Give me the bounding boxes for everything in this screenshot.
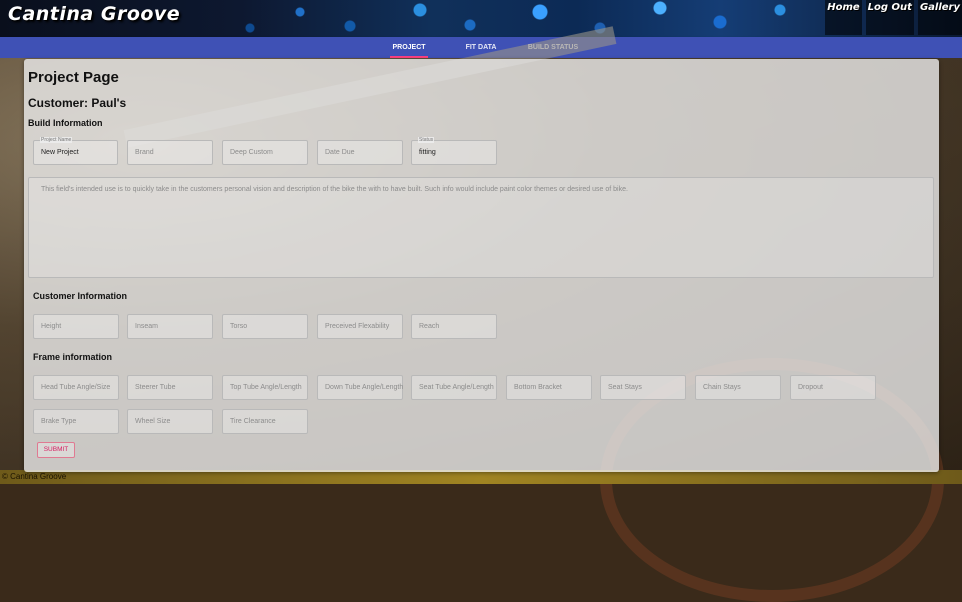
brake-type-placeholder: Brake Type — [41, 418, 77, 425]
page-title: Project Page — [28, 69, 119, 86]
torso-field[interactable]: Torso — [222, 314, 308, 339]
down-tube-field[interactable]: Down Tube Angle/Length — [317, 375, 403, 400]
chain-stays-field[interactable]: Chain Stays — [695, 375, 781, 400]
date-due-field[interactable]: Date Due — [317, 140, 403, 165]
flexability-field[interactable]: Preceived Flexability — [317, 314, 403, 339]
top-nav: Home Log Out Gallery — [821, 0, 962, 37]
wheel-size-placeholder: Wheel Size — [135, 418, 171, 425]
tire-clearance-placeholder: Tire Clearance — [230, 418, 276, 425]
project-card: Project Page Customer: Paul's Build Info… — [24, 59, 939, 472]
date-due-placeholder: Date Due — [325, 149, 355, 156]
reach-field[interactable]: Reach — [411, 314, 497, 339]
nav-home-link[interactable]: Home — [825, 0, 862, 35]
bottom-bracket-field[interactable]: Bottom Bracket — [506, 375, 592, 400]
project-name-value: New Project — [41, 149, 79, 156]
customer-heading: Customer: Paul's — [28, 96, 127, 110]
brand-field[interactable]: Brand — [127, 140, 213, 165]
seat-stays-field[interactable]: Seat Stays — [600, 375, 686, 400]
height-field[interactable]: Height — [33, 314, 119, 339]
seat-tube-field[interactable]: Seat Tube Angle/Length — [411, 375, 497, 400]
dropout-placeholder: Dropout — [798, 384, 823, 391]
seat-tube-placeholder: Seat Tube Angle/Length — [419, 384, 494, 391]
inseam-placeholder: Inseam — [135, 323, 158, 330]
project-name-field[interactable]: Project Name New Project — [33, 137, 118, 165]
bottom-strip — [0, 470, 962, 484]
torso-placeholder: Torso — [230, 323, 248, 330]
status-field[interactable]: Status fitting — [411, 137, 497, 165]
site-logo[interactable]: Cantina Groove — [8, 3, 180, 25]
build-info-heading: Build Information — [28, 118, 103, 128]
deep-custom-placeholder: Deep Custom — [230, 149, 273, 156]
footer-copyright: © Cantina Groove — [2, 472, 67, 481]
down-tube-placeholder: Down Tube Angle/Length — [325, 384, 404, 391]
top-tube-field[interactable]: Top Tube Angle/Length — [222, 375, 308, 400]
head-tube-field[interactable]: Head Tube Angle/Size — [33, 375, 119, 400]
project-name-label: Project Name — [40, 137, 73, 143]
top-tube-placeholder: Top Tube Angle/Length — [230, 384, 302, 391]
deep-custom-field[interactable]: Deep Custom — [222, 140, 308, 165]
wheel-size-field[interactable]: Wheel Size — [127, 409, 213, 434]
reach-placeholder: Reach — [419, 323, 440, 330]
tab-project[interactable]: PROJECT — [374, 37, 444, 58]
height-placeholder: Height — [41, 323, 62, 330]
frame-info-heading: Frame information — [33, 352, 113, 362]
brake-type-field[interactable]: Brake Type — [33, 409, 119, 434]
site-header: Cantina Groove Home Log Out Gallery — [0, 0, 962, 37]
brand-placeholder: Brand — [135, 149, 154, 156]
seat-stays-placeholder: Seat Stays — [608, 384, 642, 391]
status-value: fitting — [419, 149, 436, 156]
status-label: Status — [418, 137, 435, 143]
steerer-tube-field[interactable]: Steerer Tube — [127, 375, 213, 400]
submit-button[interactable]: SUBMIT — [37, 442, 75, 458]
nav-logout-link[interactable]: Log Out — [865, 0, 914, 35]
nav-gallery-link[interactable]: Gallery — [917, 0, 962, 35]
vision-placeholder: This field's intended use is to quickly … — [41, 186, 628, 193]
bottom-bracket-placeholder: Bottom Bracket — [514, 384, 562, 391]
customer-info-heading: Customer Information — [33, 291, 128, 301]
flexability-placeholder: Preceived Flexability — [325, 323, 390, 330]
vision-textarea[interactable]: This field's intended use is to quickly … — [28, 177, 934, 278]
dropout-field[interactable]: Dropout — [790, 375, 876, 400]
tire-clearance-field[interactable]: Tire Clearance — [222, 409, 308, 434]
head-tube-placeholder: Head Tube Angle/Size — [41, 384, 111, 391]
inseam-field[interactable]: Inseam — [127, 314, 213, 339]
chain-stays-placeholder: Chain Stays — [703, 384, 741, 391]
steerer-tube-placeholder: Steerer Tube — [135, 384, 176, 391]
